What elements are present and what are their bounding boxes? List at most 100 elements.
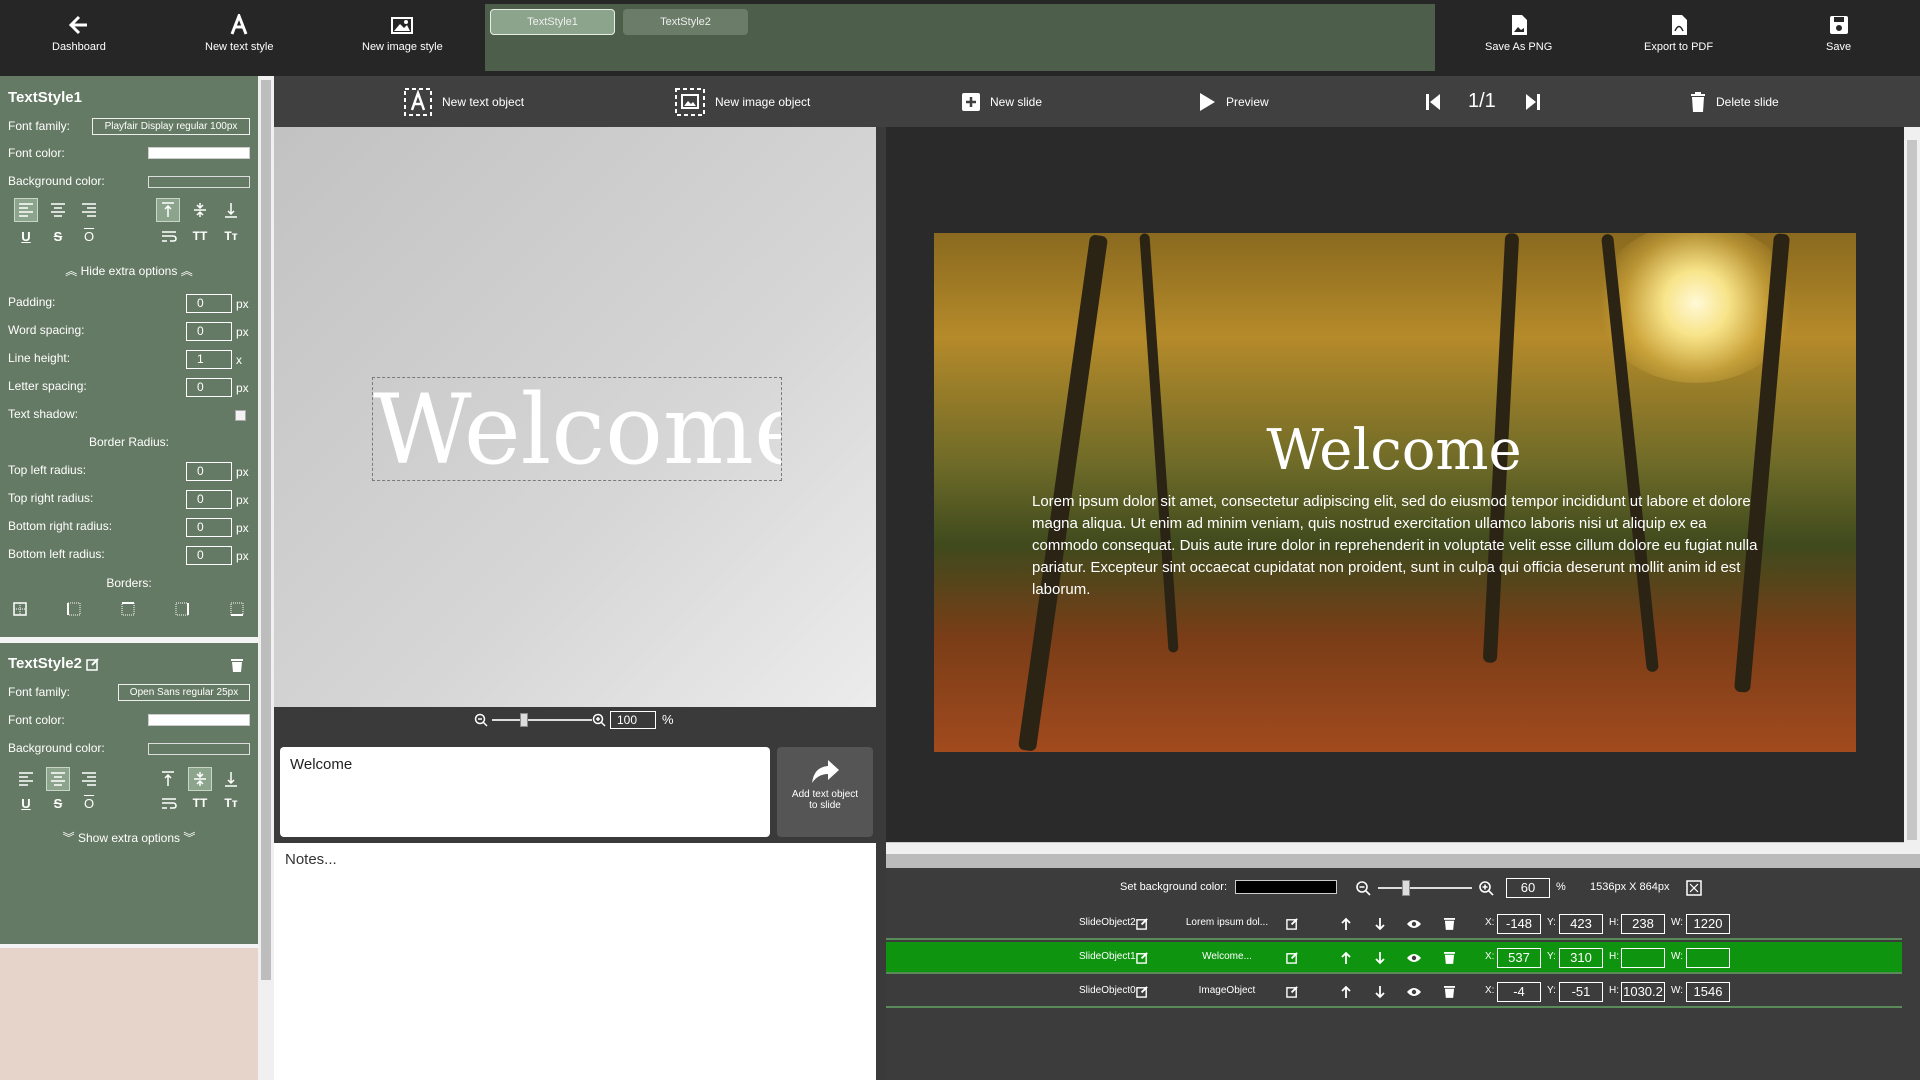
first-slide-button[interactable] bbox=[1425, 76, 1451, 127]
preview-button[interactable]: Preview bbox=[1198, 76, 1269, 127]
editor-zoom-input[interactable]: 100 bbox=[610, 711, 656, 729]
align-center-button[interactable] bbox=[46, 198, 70, 222]
bottom-right-radius-input[interactable]: 0 bbox=[186, 518, 232, 537]
y-input[interactable]: 310 bbox=[1559, 948, 1603, 968]
preview-horizontal-scrollbar[interactable] bbox=[886, 842, 1904, 854]
border-right-button[interactable] bbox=[172, 600, 192, 618]
bg-color-swatch[interactable] bbox=[148, 176, 250, 188]
valign-top-button[interactable] bbox=[156, 198, 180, 222]
dashboard-button[interactable]: Dashboard bbox=[52, 14, 106, 53]
x-input[interactable]: -148 bbox=[1497, 914, 1541, 934]
new-image-object-button[interactable]: New image object bbox=[675, 76, 810, 127]
slide-object-row[interactable]: SlideObject0 ImageObject X: -4 Y: -51 H: 1030.2… bbox=[886, 976, 1902, 1008]
arrow-down-icon[interactable] bbox=[1374, 917, 1386, 931]
style-tab-textstyle2[interactable]: TextStyle2 bbox=[623, 9, 748, 35]
capitalize-icon[interactable]: Tт bbox=[220, 793, 242, 813]
align-right-button[interactable] bbox=[77, 767, 101, 791]
slide-bg-color-swatch[interactable] bbox=[1235, 880, 1337, 894]
eye-icon[interactable] bbox=[1406, 952, 1422, 964]
zoom-out-icon[interactable] bbox=[1355, 880, 1371, 896]
new-text-style-button[interactable]: New text style bbox=[205, 14, 273, 53]
arrow-up-icon[interactable] bbox=[1340, 917, 1352, 931]
h-input[interactable]: 1030.2 bbox=[1621, 982, 1665, 1002]
text-object-preview[interactable]: Welcome bbox=[372, 377, 782, 481]
border-left-button[interactable] bbox=[64, 600, 84, 618]
word-spacing-input[interactable]: 0 bbox=[186, 322, 232, 341]
border-all-button[interactable] bbox=[10, 600, 30, 618]
slide-canvas[interactable]: Welcome Lorem ipsum dolor sit amet, cons… bbox=[934, 233, 1856, 752]
text-content-input[interactable]: Welcome bbox=[280, 747, 770, 837]
strikethrough-icon[interactable]: S bbox=[48, 226, 68, 246]
notes-textarea[interactable]: Notes... bbox=[274, 843, 876, 1080]
save-button[interactable]: Save bbox=[1826, 14, 1851, 53]
bottom-left-radius-input[interactable]: 0 bbox=[186, 546, 232, 565]
overline-icon[interactable]: O bbox=[79, 793, 99, 813]
x-input[interactable]: -4 bbox=[1497, 982, 1541, 1002]
new-text-object-button[interactable]: New text object bbox=[404, 76, 524, 127]
hide-extra-options-toggle[interactable]: ︽ Hide extra options ︽ bbox=[0, 262, 258, 279]
valign-bottom-button[interactable] bbox=[219, 767, 243, 791]
fit-screen-icon[interactable] bbox=[1686, 880, 1702, 896]
h-input[interactable] bbox=[1621, 948, 1665, 968]
preview-zoom-slider[interactable] bbox=[1378, 887, 1472, 889]
preview-vertical-scrollbar-thumb[interactable] bbox=[1907, 140, 1917, 840]
edit-icon[interactable] bbox=[1286, 951, 1299, 964]
w-input[interactable]: 1546 bbox=[1686, 982, 1730, 1002]
bg-color-swatch[interactable] bbox=[148, 743, 250, 755]
valign-bottom-button[interactable] bbox=[219, 198, 243, 222]
x-input[interactable]: 537 bbox=[1497, 948, 1541, 968]
edit-icon[interactable] bbox=[1136, 985, 1149, 998]
add-text-object-button[interactable]: Add text object to slide bbox=[777, 747, 873, 837]
zoom-in-icon[interactable] bbox=[1478, 880, 1494, 896]
uppercase-icon[interactable]: TT bbox=[189, 226, 211, 246]
edit-icon[interactable] bbox=[1286, 917, 1299, 930]
slide-body-text[interactable]: Lorem ipsum dolor sit amet, consectetur … bbox=[1032, 491, 1772, 601]
save-as-png-button[interactable]: Save As PNG bbox=[1485, 14, 1552, 53]
valign-middle-button[interactable] bbox=[188, 198, 212, 222]
style-tab-textstyle1[interactable]: TextStyle1 bbox=[490, 9, 615, 35]
wrap-text-button[interactable] bbox=[158, 226, 180, 246]
align-left-button[interactable] bbox=[14, 767, 38, 791]
valign-middle-button[interactable] bbox=[188, 767, 212, 791]
y-input[interactable]: -51 bbox=[1559, 982, 1603, 1002]
edit-icon[interactable] bbox=[86, 657, 100, 671]
line-height-input[interactable]: 1 bbox=[186, 350, 232, 369]
w-input[interactable] bbox=[1686, 948, 1730, 968]
strikethrough-icon[interactable]: S bbox=[48, 793, 68, 813]
top-right-radius-input[interactable]: 0 bbox=[186, 490, 232, 509]
align-center-button[interactable] bbox=[46, 767, 70, 791]
text-shadow-checkbox[interactable] bbox=[235, 410, 246, 421]
font-color-swatch[interactable] bbox=[148, 714, 250, 726]
trash-icon[interactable] bbox=[1444, 985, 1455, 998]
edit-icon[interactable] bbox=[1136, 951, 1149, 964]
last-slide-button[interactable] bbox=[1525, 76, 1551, 127]
zoom-slider-handle[interactable] bbox=[520, 713, 528, 727]
new-image-style-button[interactable]: New image style bbox=[362, 14, 443, 53]
slide-object-row[interactable]: SlideObject1 Welcome... X: 537 Y: 310 H: W: bbox=[886, 942, 1902, 974]
y-input[interactable]: 423 bbox=[1559, 914, 1603, 934]
arrow-down-icon[interactable] bbox=[1374, 951, 1386, 965]
top-left-radius-input[interactable]: 0 bbox=[186, 462, 232, 481]
arrow-up-icon[interactable] bbox=[1340, 985, 1352, 999]
overline-icon[interactable]: O bbox=[79, 226, 99, 246]
align-left-button[interactable] bbox=[14, 198, 38, 222]
underline-icon[interactable]: U bbox=[16, 226, 36, 246]
zoom-slider[interactable] bbox=[492, 719, 592, 721]
arrow-down-icon[interactable] bbox=[1374, 985, 1386, 999]
border-top-button[interactable] bbox=[118, 600, 138, 618]
zoom-out-icon[interactable] bbox=[474, 713, 488, 727]
delete-slide-button[interactable]: Delete slide bbox=[1690, 76, 1779, 127]
preview-zoom-handle[interactable] bbox=[1402, 880, 1410, 896]
trash-icon[interactable] bbox=[1444, 951, 1455, 964]
preview-zoom-input[interactable]: 60 bbox=[1506, 878, 1550, 898]
h-input[interactable]: 238 bbox=[1621, 914, 1665, 934]
uppercase-icon[interactable]: TT bbox=[189, 793, 211, 813]
capitalize-icon[interactable]: Tт bbox=[220, 226, 242, 246]
valign-top-button[interactable] bbox=[156, 767, 180, 791]
padding-input[interactable]: 0 bbox=[186, 294, 232, 313]
font-family-field[interactable]: Open Sans regular 25px bbox=[118, 684, 250, 701]
font-family-field[interactable]: Playfair Display regular 100px bbox=[92, 118, 250, 135]
sidebar-scrollbar-thumb[interactable] bbox=[261, 80, 271, 980]
underline-icon[interactable]: U bbox=[16, 793, 36, 813]
export-pdf-button[interactable]: Export to PDF bbox=[1644, 14, 1713, 53]
